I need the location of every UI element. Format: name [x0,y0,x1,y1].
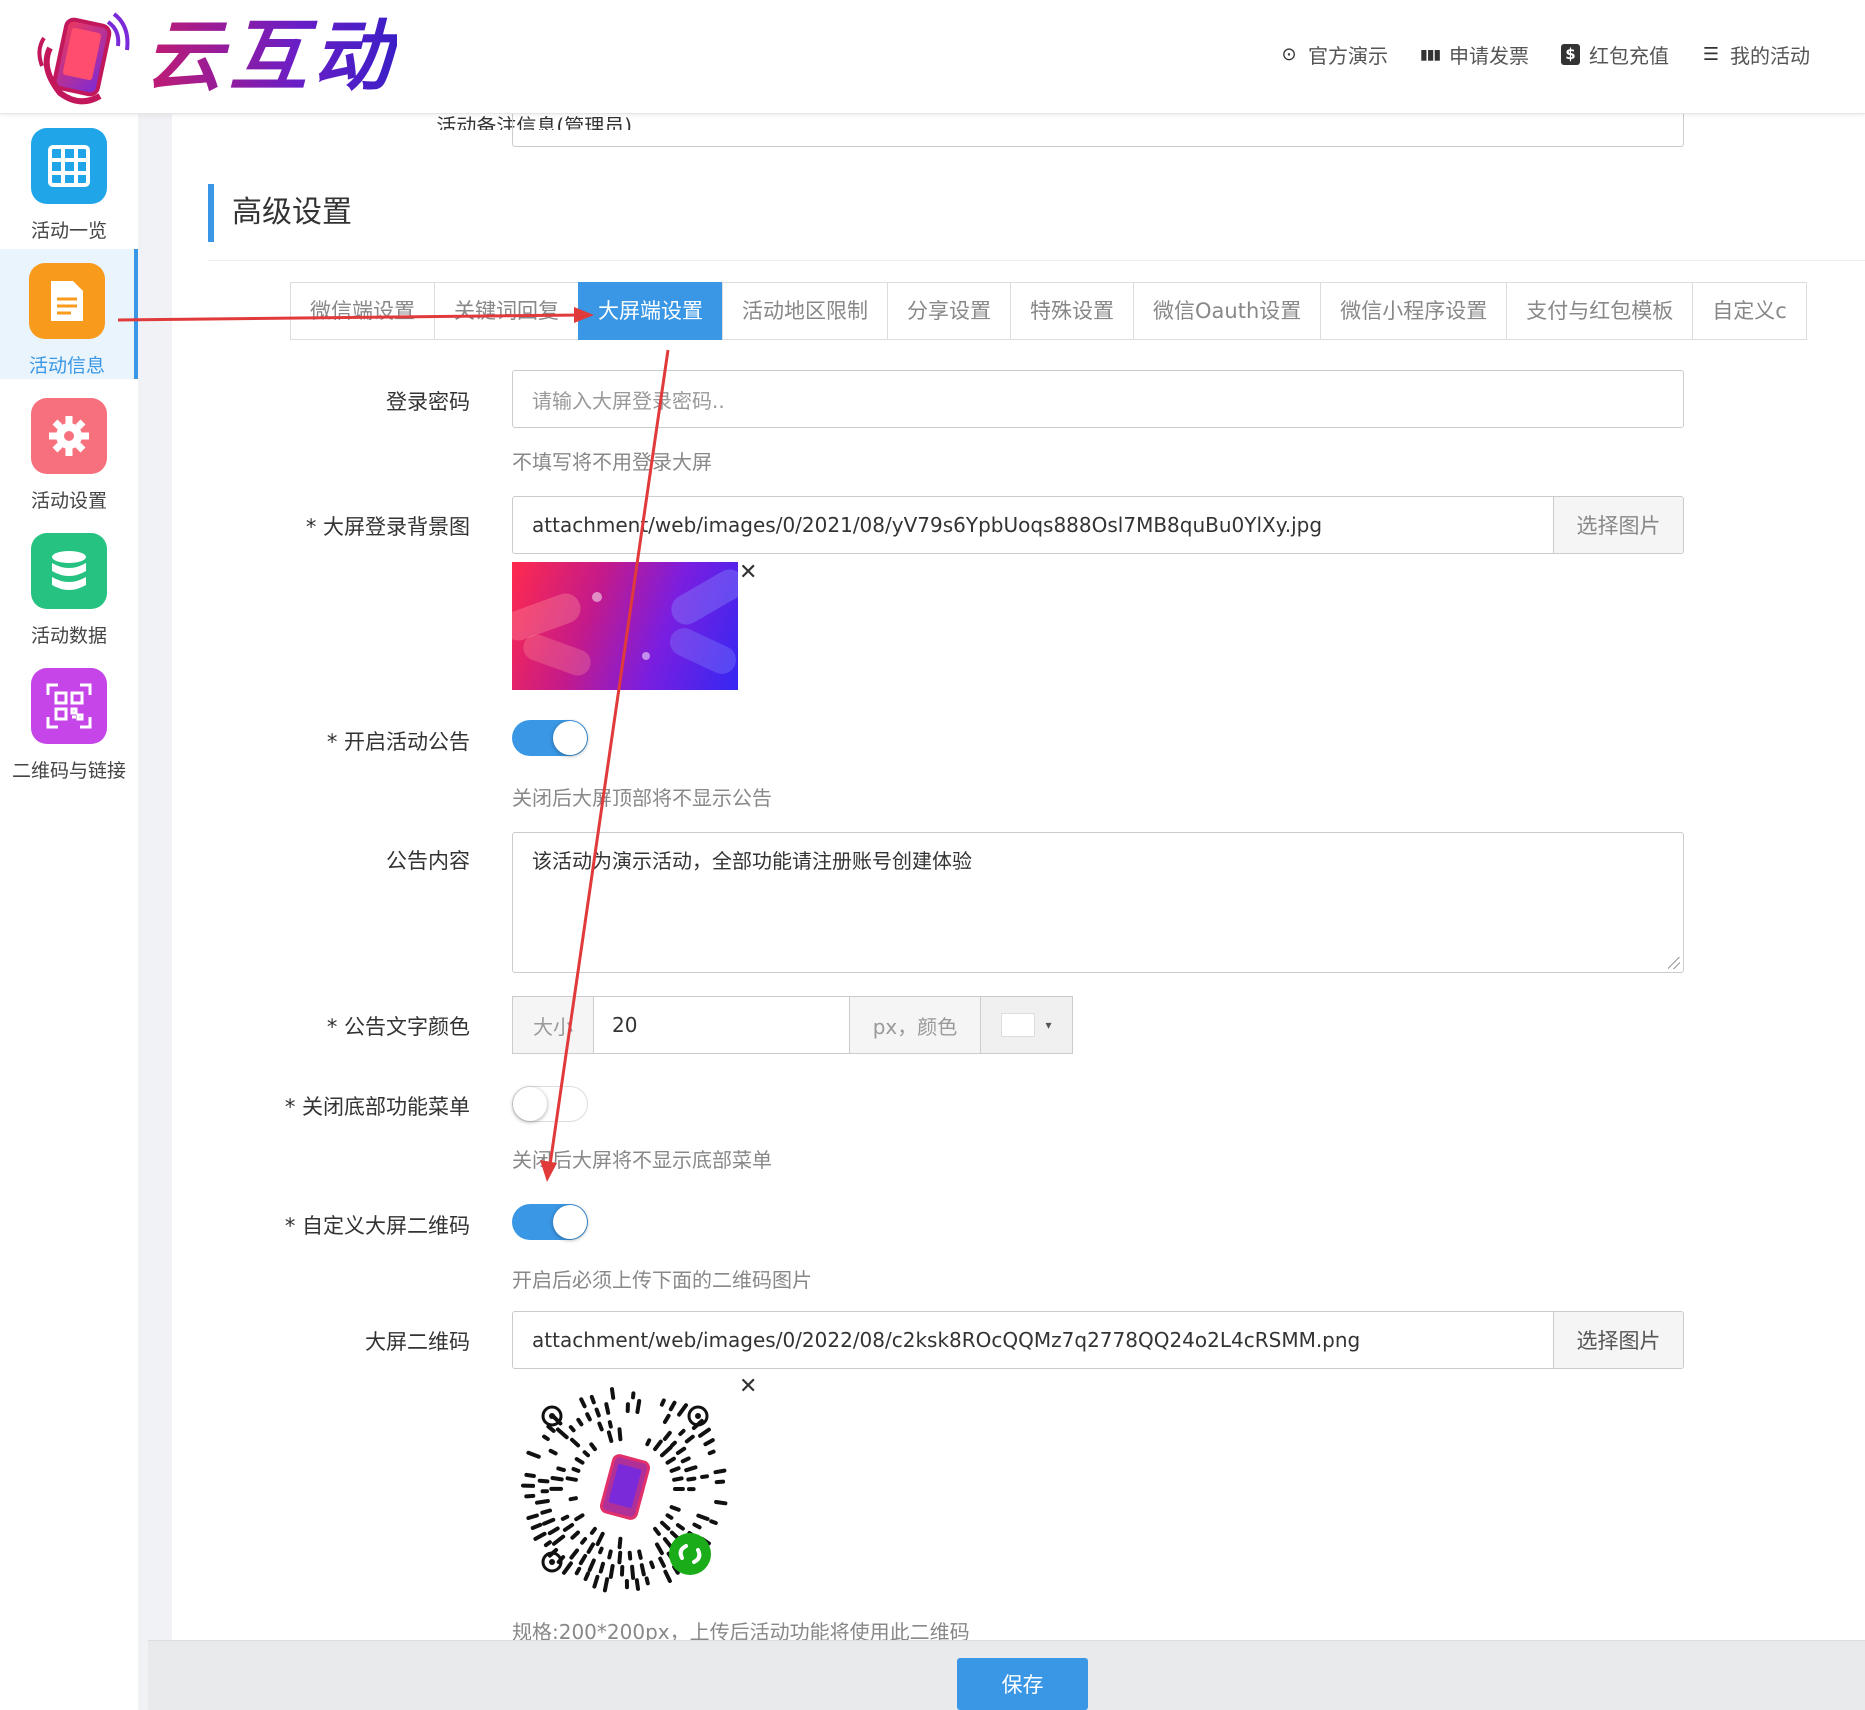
tab-payment-template[interactable]: 支付与红包模板 [1506,282,1693,340]
login-bg-select-button[interactable]: 选择图片 [1553,496,1684,554]
custom-qr-toggle[interactable] [512,1204,588,1240]
close-icon[interactable]: ✕ [739,1374,757,1399]
nav-official-demo[interactable]: ⊙ 官方演示 [1279,40,1388,69]
field-label-notice-switch: * 开启活动公告 [326,730,470,754]
document-icon [29,263,105,339]
field-label-notice-content: 公告内容 [386,849,470,873]
sidebar-item-activity-data[interactable]: 活动数据 [0,519,138,649]
qr-code-image [521,1387,728,1593]
admin-remark-input[interactable] [512,114,1684,147]
unit-suffix: px，颜色 [850,996,981,1054]
section-divider [208,260,1865,261]
sidebar-item-label: 活动数据 [30,625,107,647]
close-icon[interactable]: ✕ [739,560,757,585]
field-label-custom-qr: * 自定义大屏二维码 [284,1214,470,1238]
tab-share-settings[interactable]: 分享设置 [887,282,1010,340]
sidebar-item-label: 活动设置 [30,490,107,512]
field-label-close-menu: * 关闭底部功能菜单 [284,1095,470,1119]
play-circle-icon: ⊙ [1281,44,1297,65]
database-icon [31,533,107,609]
nav-apply-invoice[interactable]: ▮▮▮ 申请发票 [1420,40,1529,69]
nav-label: 官方演示 [1308,44,1388,68]
qr-image-select-button[interactable]: 选择图片 [1553,1311,1684,1369]
login-bg-path-input[interactable]: attachment/web/images/0/2021/08/yV79s6Yp… [512,496,1554,554]
notice-content-textarea[interactable]: 该活动为演示活动，全部功能请注册账号创建体验 [512,832,1684,973]
field-label-qr-image: 大屏二维码 [365,1330,470,1354]
sidebar-item-activity-list[interactable]: 活动一览 [0,114,138,244]
nav-my-activities[interactable]: ☰ 我的活动 [1701,40,1810,69]
notice-style-group: 大小 20 px，颜色 ▾ [512,996,1073,1054]
login-bg-thumbnail [512,562,738,690]
section-title: 高级设置 [208,184,352,242]
chevron-down-icon: ▾ [1045,1018,1052,1032]
field-label-login-password: 登录密码 [386,390,470,414]
notice-help: 关闭后大屏顶部将不显示公告 [512,786,772,810]
top-header: 云互动 ⊙ 官方演示 ▮▮▮ 申请发票 $ 红包充值 ☰ 我的活动 [0,0,1865,114]
gear-icon [31,398,107,474]
login-password-help: 不填写将不用登录大屏 [512,450,712,474]
tab-wechat-oauth[interactable]: 微信Oauth设置 [1133,282,1321,340]
save-button[interactable]: 保存 [957,1658,1088,1710]
grid-icon [31,128,107,204]
logo-icon [37,12,130,105]
sidebar-item-label: 活动一览 [30,220,107,242]
nav-label: 红包充值 [1589,44,1669,68]
nav-label: 申请发票 [1449,44,1529,68]
nav-label: 我的活动 [1730,44,1810,68]
sidebar-item-activity-info[interactable]: 活动信息 [0,249,138,379]
sidebar-item-label: 二维码与链接 [11,760,126,782]
login-password-input[interactable]: 请输入大屏登录密码.. [512,370,1684,428]
tab-custom[interactable]: 自定义c [1692,282,1807,340]
barcode-icon: ▮▮▮ [1420,46,1441,63]
field-label-login-bg: * 大屏登录背景图 [305,515,470,539]
nav-redpacket-recharge[interactable]: $ 红包充值 [1561,40,1669,69]
tab-wechat-settings[interactable]: 微信端设置 [290,282,434,340]
field-label-notice-color: * 公告文字颜色 [326,1015,470,1039]
size-prefix: 大小 [512,996,594,1054]
main-content: 活动备注信息(管理员) 高级设置 微信端设置 关键词回复 大屏端设置 活动地区限… [172,114,1865,1644]
dollar-icon: $ [1561,44,1580,65]
color-swatch [1001,1013,1036,1037]
font-size-input[interactable]: 20 [594,996,850,1054]
sidebar-item-label: 活动信息 [28,355,105,377]
tab-region-limit[interactable]: 活动地区限制 [722,282,887,340]
tab-miniprogram[interactable]: 微信小程序设置 [1320,282,1507,340]
close-menu-toggle[interactable] [512,1086,588,1122]
list-icon: ☰ [1702,44,1720,65]
qrcode-icon [31,668,107,744]
close-menu-help: 关闭后大屏将不显示底部菜单 [512,1148,772,1172]
sidebar-item-activity-settings[interactable]: 活动设置 [0,384,138,514]
settings-tabs: 微信端设置 关键词回复 大屏端设置 活动地区限制 分享设置 特殊设置 微信Oau… [290,282,1807,340]
notice-toggle[interactable] [512,720,588,756]
resize-grip-icon[interactable] [1668,957,1680,969]
notice-content-text: 该活动为演示活动，全部功能请注册账号创建体验 [532,849,972,873]
sidebar: 活动一览 活动信息 活动设置 活动数据 二维码与链接 [0,114,138,1710]
logo-text: 云互动 [145,12,398,102]
custom-qr-help: 开启后必须上传下面的二维码图片 [512,1268,812,1292]
color-picker[interactable]: ▾ [981,996,1073,1054]
top-nav: ⊙ 官方演示 ▮▮▮ 申请发票 $ 红包充值 ☰ 我的活动 [1279,40,1810,69]
qr-image-path-input[interactable]: attachment/web/images/0/2022/08/c2ksk8RO… [512,1311,1554,1369]
tab-special-settings[interactable]: 特殊设置 [1010,282,1133,340]
tab-bigscreen-settings[interactable]: 大屏端设置 [578,282,722,340]
sidebar-item-qrcode-links[interactable]: 二维码与链接 [0,654,138,784]
tab-keyword-reply[interactable]: 关键词回复 [434,282,578,340]
